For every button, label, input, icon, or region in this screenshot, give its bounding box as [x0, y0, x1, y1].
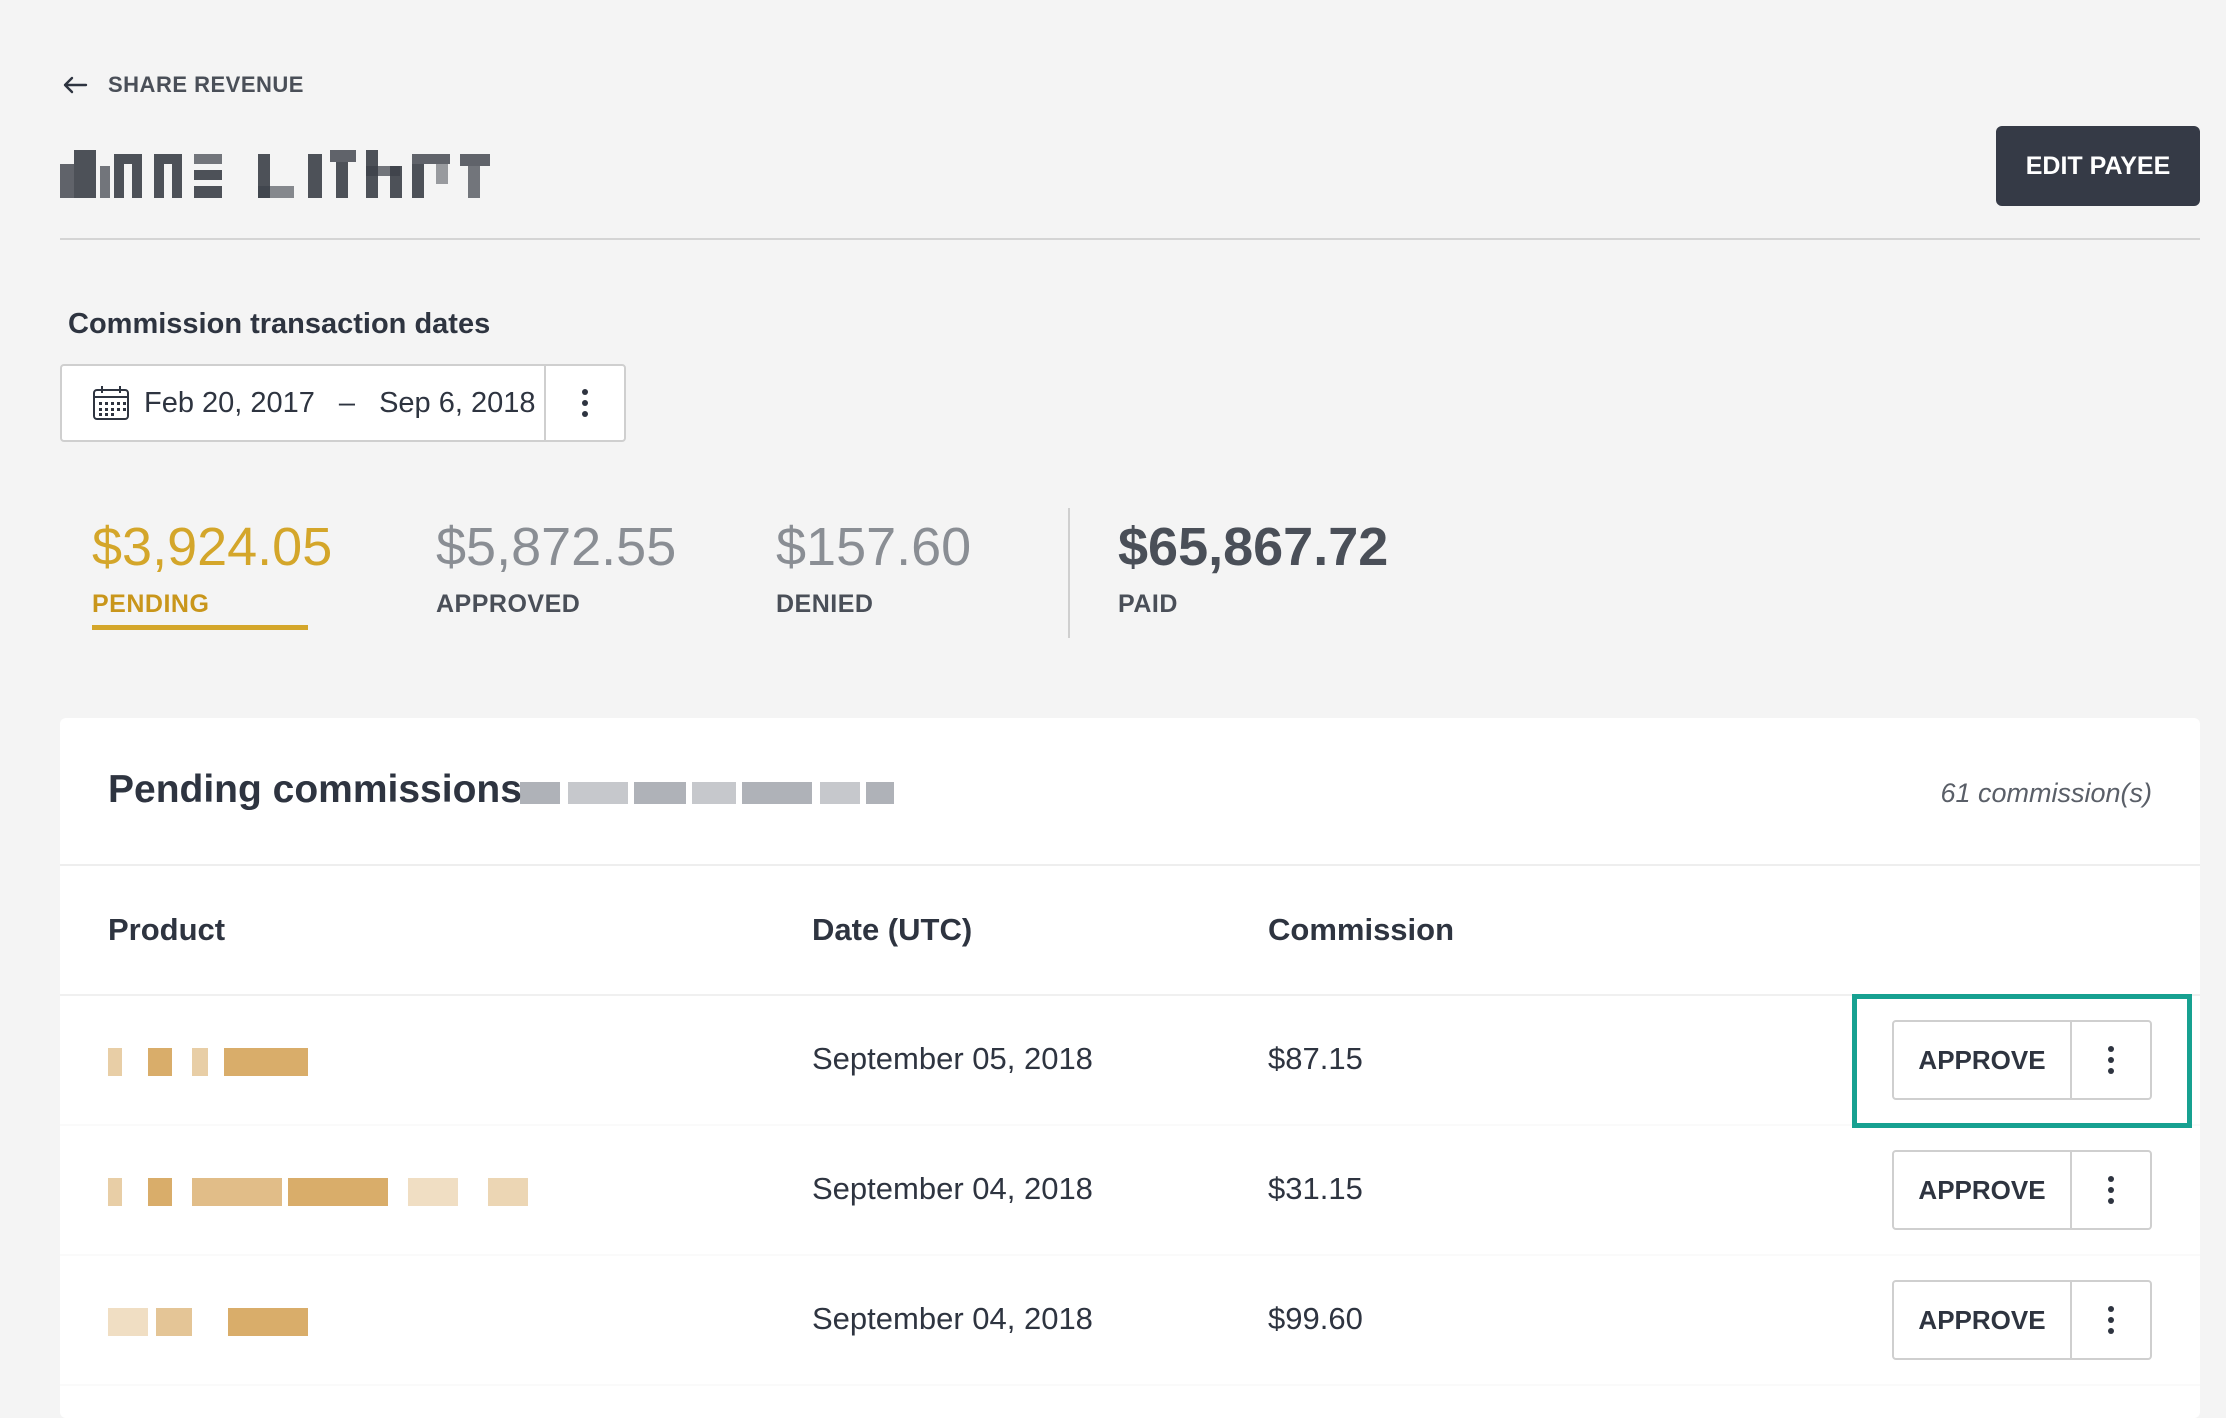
row-date: September 05, 2018 [812, 1041, 1093, 1076]
payee-name-redacted [60, 146, 490, 198]
row-commission: $31.15 [1268, 1171, 1363, 1206]
date-range-field[interactable]: Feb 20, 2017 – Sep 6, 2018 [62, 385, 544, 421]
stat-denied[interactable]: $157.60 DENIED [776, 516, 971, 619]
back-link-label: SHARE REVENUE [108, 72, 304, 97]
active-tab-indicator [92, 625, 308, 630]
stat-amount: $157.60 [776, 517, 972, 577]
table-header: Product Date (UTC) Commission [60, 866, 2200, 996]
approve-button[interactable]: APPROVE [1894, 1282, 2070, 1358]
row-options-button[interactable] [2070, 1152, 2150, 1228]
date-separator: – [338, 386, 356, 419]
redacted-product-name [108, 1048, 308, 1076]
commission-count: 61 commission(s) [1940, 778, 2152, 808]
kebab-icon [2108, 1176, 2114, 1204]
stat-amount: $65,867.72 [1118, 517, 1389, 577]
stat-label: APPROVED [436, 590, 581, 618]
row-actions: APPROVE [1892, 1150, 2152, 1230]
arrow-left-icon [63, 76, 88, 94]
back-link[interactable]: SHARE REVENUE [60, 70, 304, 100]
header-divider [60, 238, 2200, 240]
card-title: Pending commissions [108, 768, 522, 811]
stat-approved[interactable]: $5,872.55 APPROVED [436, 516, 676, 619]
date-range-picker[interactable]: Feb 20, 2017 – Sep 6, 2018 [60, 364, 626, 442]
kebab-icon [582, 389, 588, 417]
calendar-icon [93, 386, 129, 420]
row-date: September 04, 2018 [812, 1171, 1093, 1206]
date-end: Sep 6, 2018 [379, 386, 536, 419]
column-header-commission: Commission [1268, 912, 1455, 947]
stat-label: DENIED [776, 590, 874, 618]
table-row: September 04, 2018 $31.15 APPROVE [60, 1126, 2200, 1256]
column-header-date: Date (UTC) [812, 912, 973, 947]
date-filter-heading: Commission transaction dates [68, 308, 491, 340]
row-commission: $99.60 [1268, 1301, 1363, 1336]
card-header: Pending commissions 61 commission(s) [60, 718, 2200, 866]
redacted-subtitle [520, 782, 895, 804]
stat-amount: $5,872.55 [436, 517, 677, 577]
stat-separator [1068, 508, 1070, 638]
row-options-button[interactable] [2070, 1282, 2150, 1358]
date-options-button[interactable] [544, 366, 624, 440]
stat-pending[interactable]: $3,924.05 PENDING [92, 516, 332, 630]
row-date: September 04, 2018 [812, 1301, 1093, 1336]
redacted-product-name [108, 1308, 308, 1336]
approve-button[interactable]: APPROVE [1894, 1152, 2070, 1228]
row-commission: $87.15 [1268, 1041, 1363, 1076]
stat-label: PENDING [92, 590, 210, 618]
date-start: Feb 20, 2017 [144, 386, 315, 419]
stat-paid[interactable]: $65,867.72 PAID [1118, 516, 1388, 619]
stat-amount: $3,924.05 [92, 517, 333, 577]
column-header-product: Product [108, 912, 226, 947]
table-row: September 04, 2018 $99.60 APPROVE [60, 1256, 2200, 1386]
row-actions: APPROVE [1892, 1280, 2152, 1360]
stat-label: PAID [1118, 590, 1178, 618]
edit-payee-button[interactable]: EDIT PAYEE [1996, 126, 2200, 206]
kebab-icon [2108, 1306, 2114, 1334]
highlight-frame [1852, 994, 2192, 1128]
redacted-product-name [108, 1178, 528, 1206]
